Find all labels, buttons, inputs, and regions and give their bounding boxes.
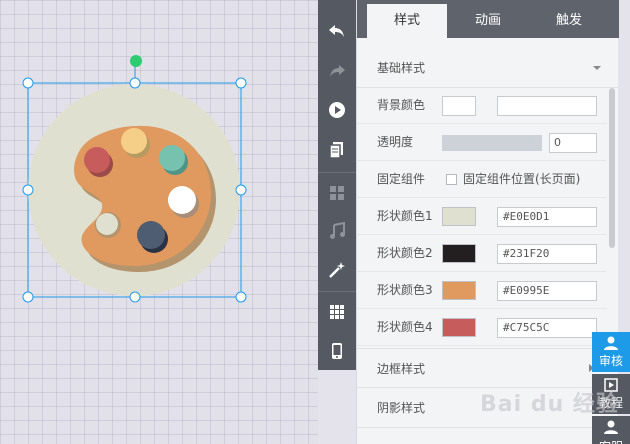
shape-color-hex-input[interactable]: #E0E0D1 (497, 207, 597, 227)
user-icon (604, 336, 618, 350)
border-style-section-header[interactable]: 边框样式 (357, 348, 619, 388)
review-label: 审核 (598, 354, 623, 368)
undo-button[interactable] (318, 12, 356, 50)
resize-handle-ne[interactable] (235, 77, 247, 89)
redo-button[interactable] (318, 52, 356, 90)
resize-handle-se[interactable] (235, 291, 247, 303)
mobile-preview-button[interactable] (318, 332, 356, 370)
shape-color-hex-input[interactable]: #231F20 (497, 244, 597, 264)
resize-handle-sw[interactable] (22, 291, 34, 303)
field-label: 固定组件 (377, 172, 426, 186)
basic-style-section-header[interactable]: 基础样式 (357, 48, 619, 88)
resize-handle-s[interactable] (129, 291, 141, 303)
opacity-slider[interactable] (442, 135, 542, 151)
paint-dot-white (168, 186, 196, 214)
fixed-position-checkbox[interactable] (446, 174, 457, 185)
shape-color-swatch[interactable] (442, 318, 476, 337)
shape-color-swatch[interactable] (442, 281, 476, 300)
table-icon (330, 305, 344, 319)
fixed-component-row: 固定组件 固定组件位置(长页面) (357, 161, 607, 198)
shape-color-hex-input[interactable]: #E0995E (497, 281, 597, 301)
checkbox-label: 固定组件位置(长页面) (463, 172, 581, 186)
toolbar-divider (318, 172, 356, 173)
resize-handle-nw[interactable] (22, 77, 34, 89)
pages-icon (329, 142, 343, 159)
review-button[interactable]: 审核 (592, 332, 630, 372)
preview-button[interactable] (318, 91, 356, 129)
resize-handle-n[interactable] (129, 77, 141, 89)
background-color-row: 背景颜色 (357, 87, 607, 124)
effects-button[interactable] (318, 251, 356, 289)
properties-panel: 样式 动画 触发 基础样式 背景颜色 透明度 0 固定组件 固定组件位置(长页面… (356, 0, 619, 444)
grid-icon (330, 186, 344, 200)
rotate-handle[interactable] (130, 55, 142, 67)
section-title: 阴影样式 (377, 401, 426, 415)
shape-color-hex-input[interactable]: #C75C5C (497, 318, 597, 338)
paint-dot-yellow (121, 128, 147, 154)
opacity-row: 透明度 0 (357, 124, 607, 161)
thumb-hole (96, 213, 118, 235)
table-button[interactable] (318, 293, 356, 331)
pages-button[interactable] (318, 131, 356, 169)
paint-dot-navy (137, 221, 165, 249)
field-label: 透明度 (377, 135, 414, 149)
selected-palette-graphic[interactable] (20, 48, 250, 306)
opacity-input[interactable]: 0 (549, 133, 597, 153)
field-label: 形状颜色2 (377, 246, 433, 260)
field-label: 形状颜色4 (377, 320, 433, 334)
support-icon (604, 420, 618, 434)
service-label: 客服 (592, 438, 630, 444)
editor-canvas[interactable] (0, 0, 318, 444)
music-button[interactable] (318, 212, 356, 250)
section-title: 边框样式 (377, 362, 426, 376)
tab-style[interactable]: 样式 (367, 4, 447, 38)
service-button[interactable]: 客服 (592, 416, 630, 444)
paint-dot-teal (159, 145, 185, 171)
background-color-input[interactable] (497, 96, 597, 116)
phone-icon (332, 343, 342, 359)
chevron-down-icon (593, 66, 601, 70)
field-label: 形状颜色1 (377, 209, 433, 223)
paint-dot-red (84, 147, 110, 173)
shape-color-swatch[interactable] (442, 244, 476, 263)
section-title: 基础样式 (377, 61, 426, 75)
redo-icon (330, 65, 345, 77)
undo-icon (329, 25, 344, 37)
toolbar-divider (318, 291, 356, 292)
tab-trigger[interactable]: 触发 (529, 4, 609, 38)
play-icon (329, 102, 345, 118)
shape-color-row: 形状颜色4 #C75C5C (357, 309, 607, 346)
background-color-swatch[interactable] (442, 96, 476, 116)
music-icon (330, 222, 345, 239)
shape-color-row: 形状颜色1 #E0E0D1 (357, 198, 607, 235)
shape-color-row: 形状颜色2 #231F20 (357, 235, 607, 272)
magic-icon (329, 262, 345, 278)
resize-handle-w[interactable] (22, 184, 34, 196)
components-button[interactable] (318, 174, 356, 212)
tab-animation[interactable]: 动画 (448, 4, 528, 38)
resize-handle-e[interactable] (235, 184, 247, 196)
vertical-toolbar (318, 0, 356, 370)
panel-scrollbar[interactable] (609, 88, 615, 248)
field-label: 背景颜色 (377, 98, 426, 112)
shape-color-row: 形状颜色3 #E0995E (357, 272, 607, 309)
panel-tabs: 样式 动画 触发 (357, 0, 619, 38)
shape-color-swatch[interactable] (442, 207, 476, 226)
field-label: 形状颜色3 (377, 283, 433, 297)
watermark: Bai du 经验 (480, 392, 619, 417)
